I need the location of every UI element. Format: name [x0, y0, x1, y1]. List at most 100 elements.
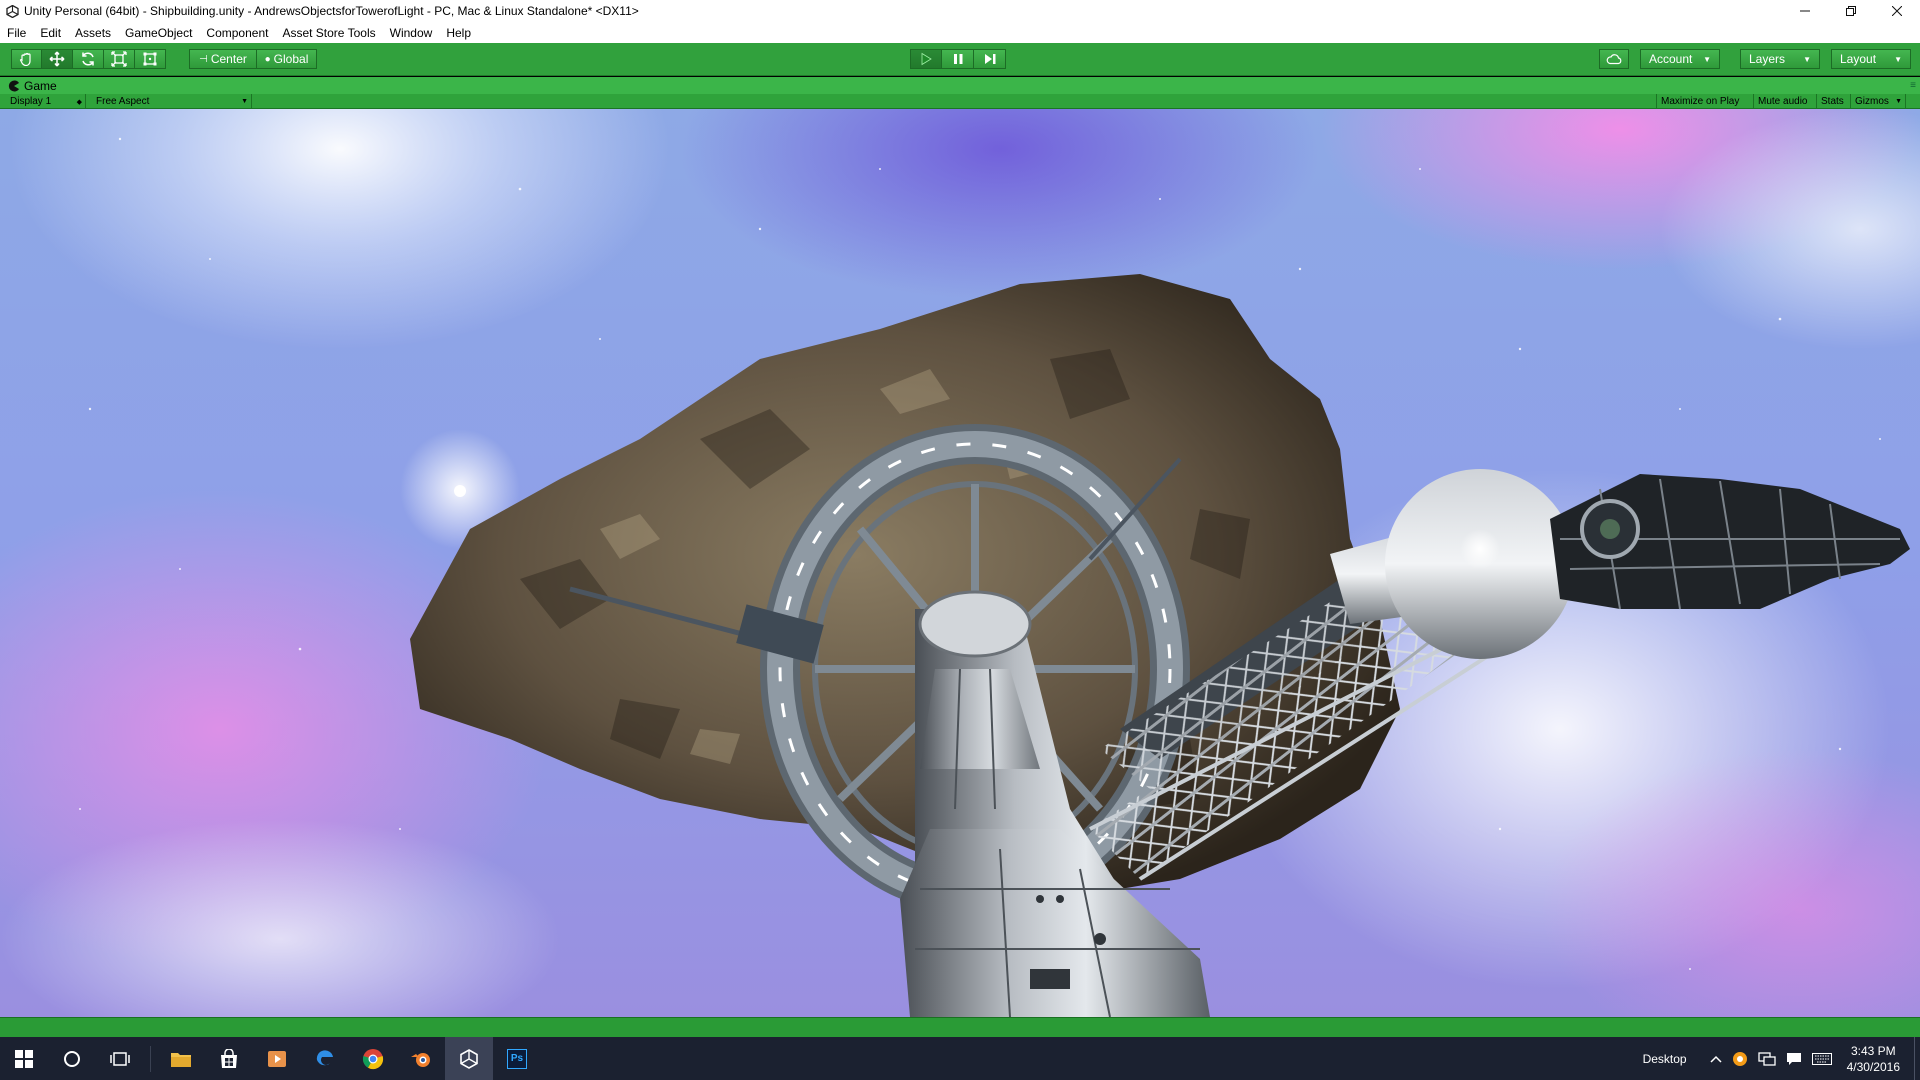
taskbar-divider — [150, 1045, 151, 1072]
account-dropdown[interactable]: Account ▼ — [1640, 49, 1720, 69]
menu-edit[interactable]: Edit — [40, 26, 61, 40]
window-title: Unity Personal (64bit) - Shipbuilding.un… — [24, 4, 639, 18]
menu-gameobject[interactable]: GameObject — [125, 26, 192, 40]
layers-label: Layers — [1749, 52, 1786, 66]
store-button[interactable] — [205, 1037, 253, 1080]
game-view-render[interactable] — [0, 109, 1920, 1017]
show-desktop-button[interactable] — [1914, 1037, 1920, 1080]
display-label: Display 1 — [10, 96, 52, 107]
chevron-up-icon[interactable] — [1710, 1055, 1722, 1063]
action-center-icon[interactable] — [1786, 1051, 1802, 1067]
cloud-controls — [1599, 49, 1629, 69]
chrome-icon — [362, 1048, 384, 1069]
pause-button[interactable] — [942, 49, 974, 69]
hand-icon — [19, 52, 31, 66]
pivot-center-button[interactable]: ⊣ Center — [189, 49, 257, 69]
account-dropdown-wrap: Account ▼ — [1640, 49, 1720, 69]
file-explorer-button[interactable] — [157, 1037, 205, 1080]
unity-editor-window: Unity Personal (64bit) - Shipbuilding.un… — [0, 0, 1920, 1080]
close-icon — [1892, 6, 1902, 16]
scale-tool-button[interactable] — [104, 49, 135, 69]
network-icon[interactable] — [1757, 1051, 1776, 1067]
pivot-controls: ⊣ Center ● Global — [189, 49, 317, 69]
scale-icon — [111, 51, 127, 67]
media-player-icon — [268, 1050, 286, 1067]
menu-help[interactable]: Help — [446, 26, 471, 40]
keyboard-icon[interactable] — [1811, 1052, 1832, 1065]
gizmos-dropdown[interactable]: Gizmos ▼ — [1851, 94, 1906, 109]
game-view-toolbar: Display 1 ◆ Free Aspect ▼ Maximize on Pl… — [0, 94, 1920, 109]
transform-tools — [11, 49, 166, 69]
hand-tool-button[interactable] — [11, 49, 42, 69]
windows-taskbar: Ps Desktop 3:43 PM 4/30/2016 — [0, 1037, 1920, 1080]
menu-bar: File Edit Assets GameObject Component As… — [0, 22, 1920, 43]
layout-dropdown-wrap: Layout ▼ — [1831, 49, 1911, 69]
space-scene-image — [0, 109, 1920, 1017]
stats-toggle[interactable]: Stats — [1817, 94, 1851, 109]
desktop-toolbar-label[interactable]: Desktop — [1643, 1052, 1687, 1066]
menu-file[interactable]: File — [7, 26, 26, 40]
mute-audio-label: Mute audio — [1758, 96, 1808, 107]
aspect-label: Free Aspect — [96, 96, 150, 107]
unity-button[interactable] — [445, 1037, 493, 1080]
rect-icon — [143, 52, 157, 66]
tab-menu-icon[interactable]: ≡ — [1910, 80, 1916, 91]
game-tab-label: Game — [24, 78, 57, 93]
store-icon — [221, 1048, 237, 1068]
pause-icon — [953, 54, 962, 64]
play-button[interactable] — [910, 49, 942, 69]
menu-asset-store-tools[interactable]: Asset Store Tools — [282, 26, 375, 40]
layout-dropdown[interactable]: Layout ▼ — [1831, 49, 1911, 69]
media-player-button[interactable] — [253, 1037, 301, 1080]
game-tab[interactable]: Game ≡ — [0, 77, 1920, 94]
restore-button[interactable] — [1828, 0, 1874, 22]
play-icon — [921, 52, 932, 66]
edge-button[interactable] — [301, 1037, 349, 1080]
step-button[interactable] — [974, 49, 1006, 69]
play-controls — [910, 49, 1006, 69]
move-tool-button[interactable] — [42, 49, 73, 69]
chevron-down-icon: ▼ — [241, 98, 248, 105]
restore-icon — [1846, 6, 1856, 16]
pivot-center-label: Center — [210, 52, 247, 66]
start-icon — [15, 1049, 33, 1068]
chevron-down-icon: ▼ — [1803, 54, 1811, 64]
chrome-button[interactable] — [349, 1037, 397, 1080]
start-button[interactable] — [0, 1037, 48, 1080]
search-circle-icon — [64, 1050, 80, 1067]
update-badge-icon[interactable] — [1732, 1051, 1748, 1067]
aspect-dropdown[interactable]: Free Aspect ▼ — [92, 94, 252, 109]
chevron-updown-icon: ◆ — [76, 98, 82, 106]
clock[interactable]: 3:43 PM 4/30/2016 — [1847, 1043, 1900, 1075]
search-button[interactable] — [48, 1037, 96, 1080]
mute-audio-toggle[interactable]: Mute audio — [1754, 94, 1817, 109]
step-icon — [984, 54, 995, 64]
system-tray: Desktop 3:43 PM 4/30/2016 — [1643, 1037, 1920, 1080]
clock-time: 3:43 PM — [1850, 1043, 1896, 1058]
file-explorer-icon — [171, 1052, 191, 1067]
photoshop-icon: Ps — [507, 1048, 527, 1069]
pacman-icon — [8, 80, 19, 91]
pivot-global-label: Global — [273, 52, 309, 66]
photoshop-button[interactable]: Ps — [493, 1037, 541, 1080]
task-view-button[interactable] — [96, 1037, 144, 1080]
minimize-button[interactable] — [1782, 0, 1828, 22]
menu-component[interactable]: Component — [206, 26, 268, 40]
layers-dropdown-wrap: Layers ▼ — [1740, 49, 1820, 69]
display-dropdown[interactable]: Display 1 ◆ — [6, 94, 86, 109]
cloud-button[interactable] — [1599, 49, 1629, 69]
pivot-global-button[interactable]: ● Global — [257, 49, 317, 69]
chevron-down-icon: ▼ — [1703, 54, 1711, 64]
task-view-icon — [110, 1051, 130, 1066]
layers-dropdown[interactable]: Layers ▼ — [1740, 49, 1820, 69]
maximize-on-play-toggle[interactable]: Maximize on Play — [1656, 94, 1754, 109]
menu-assets[interactable]: Assets — [75, 26, 111, 40]
rect-tool-button[interactable] — [135, 49, 166, 69]
blender-button[interactable] — [397, 1037, 445, 1080]
move-icon — [49, 51, 65, 67]
minimize-icon — [1800, 10, 1810, 12]
menu-window[interactable]: Window — [390, 26, 433, 40]
rotate-tool-button[interactable] — [73, 49, 104, 69]
unity-logo-icon — [5, 4, 19, 18]
close-button[interactable] — [1874, 0, 1920, 22]
